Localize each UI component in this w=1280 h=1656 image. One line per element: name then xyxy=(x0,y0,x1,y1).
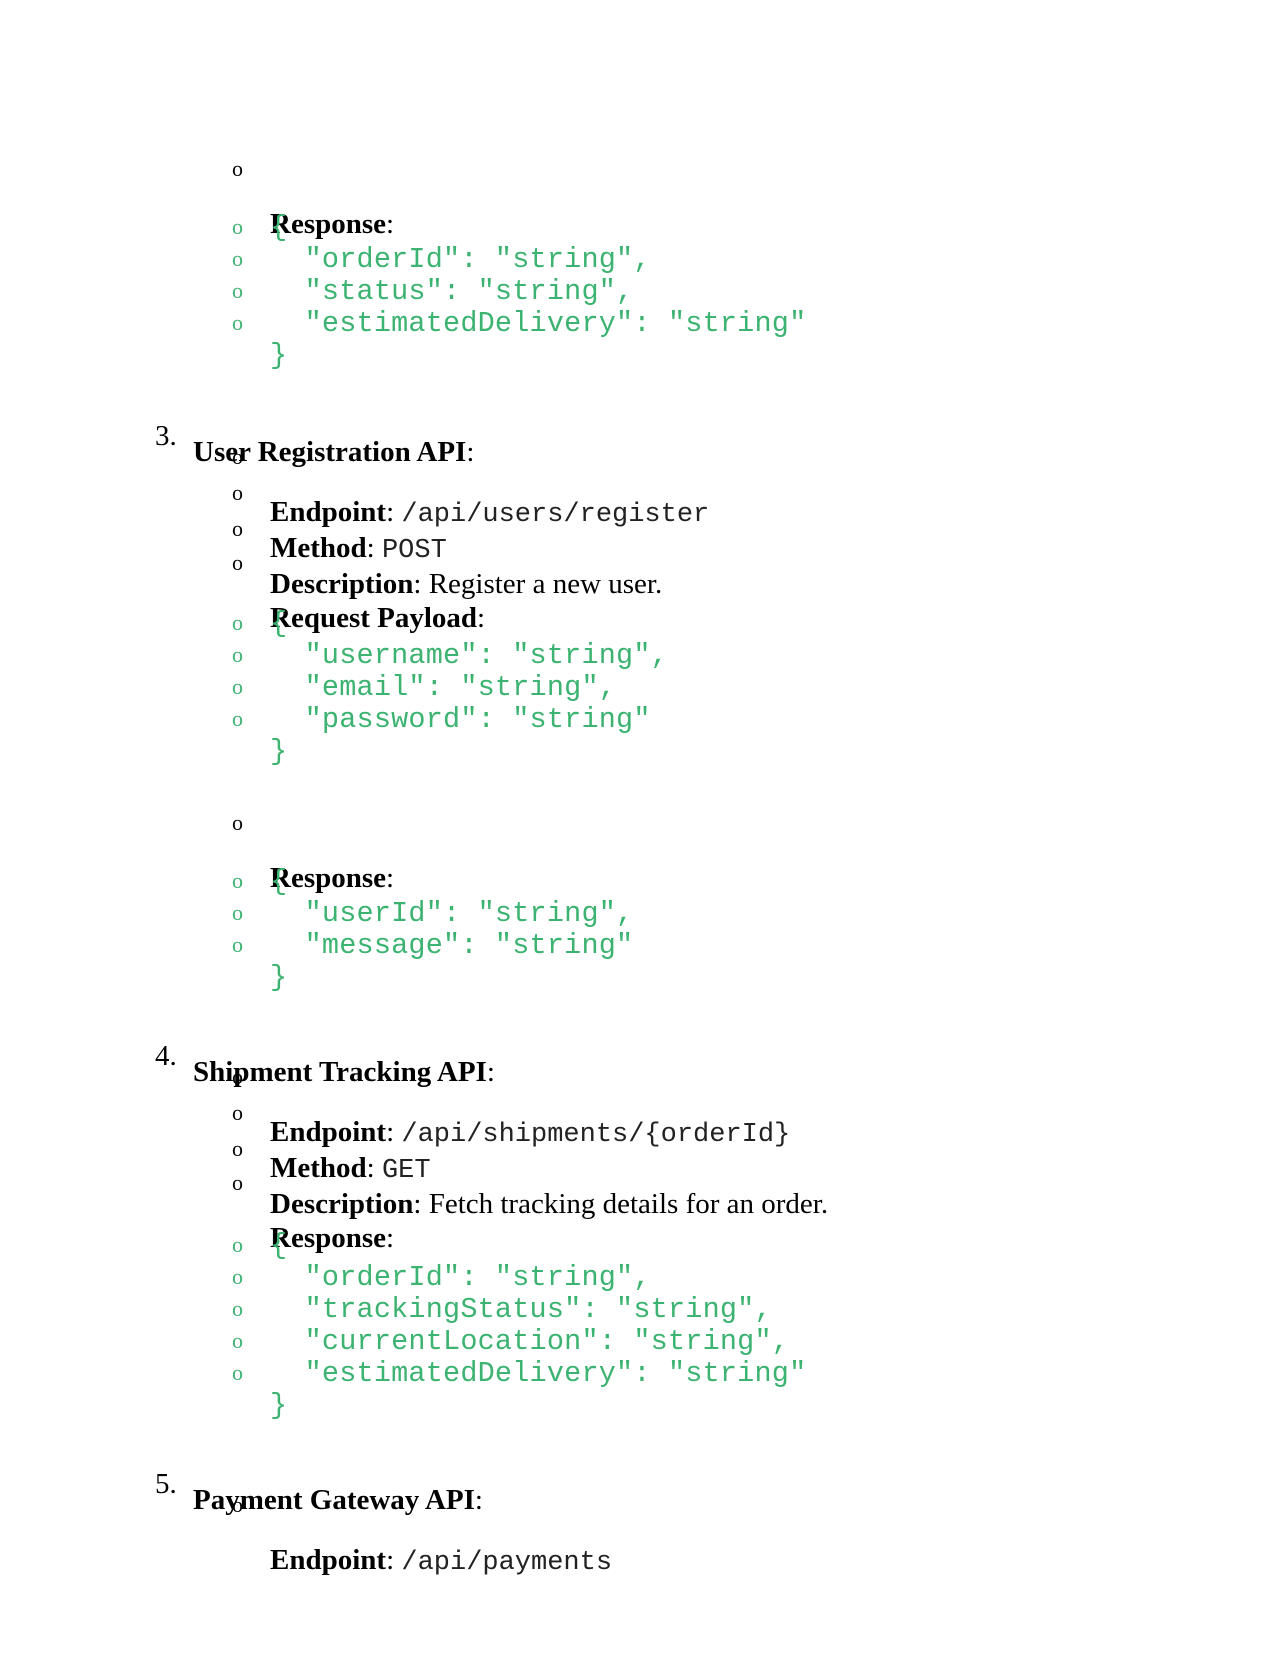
document-page: o Response: o{ o "orderId": "string", o … xyxy=(0,0,1280,1656)
endpoint-value: /api/payments xyxy=(401,1548,613,1578)
bullet-marker: o xyxy=(232,1100,243,1125)
section-heading-5: 5. Payment Gateway API: xyxy=(155,1468,483,1516)
response-label: Response xyxy=(270,1222,387,1254)
bullet-marker: o xyxy=(232,674,244,699)
bullet-marker: o xyxy=(232,1232,244,1257)
bullet-marker: o xyxy=(232,1328,244,1353)
bullet-marker: o xyxy=(232,706,244,731)
list-item-endpoint: o Endpoint: /api/payments xyxy=(232,1492,613,1578)
section-heading-4: 4. Shipment Tracking API: xyxy=(155,1040,495,1088)
response-label: Response xyxy=(270,208,387,240)
bullet-marker: o xyxy=(232,246,244,271)
endpoint-label: Endpoint xyxy=(270,1544,387,1576)
bullet-marker: o xyxy=(232,1296,244,1321)
bullet-marker: o xyxy=(232,516,243,541)
response-label: Response xyxy=(270,862,387,894)
bullet-marker: o xyxy=(232,932,244,957)
list-item-response-label: o Response: xyxy=(232,810,395,894)
request-payload-label: Request Payload xyxy=(270,602,478,634)
bullet-marker: o xyxy=(232,1064,243,1089)
bullet-marker: o xyxy=(232,1136,243,1161)
bullet-marker: o xyxy=(232,1170,243,1195)
list-item-response-label: o Response: xyxy=(232,156,395,240)
bullet-marker: o xyxy=(232,550,243,575)
bullet-marker: o xyxy=(232,900,244,925)
bullet-marker: o xyxy=(232,810,243,835)
section-heading-3: 3. User Registration API: xyxy=(155,420,475,468)
bullet-marker: o xyxy=(232,214,244,239)
bullet-marker: o xyxy=(232,310,244,335)
bullet-marker: o xyxy=(232,610,244,635)
bullet-marker: o xyxy=(232,444,243,469)
bullet-marker: o xyxy=(232,156,243,181)
bullet-marker: o xyxy=(232,480,243,505)
bullet-marker: o xyxy=(232,1264,244,1289)
bullet-marker: o xyxy=(232,278,244,303)
bullet-marker: o xyxy=(232,1492,243,1517)
bullet-marker: o xyxy=(232,642,244,667)
bullet-marker: o xyxy=(232,868,244,893)
bullet-marker: o xyxy=(232,1360,244,1385)
